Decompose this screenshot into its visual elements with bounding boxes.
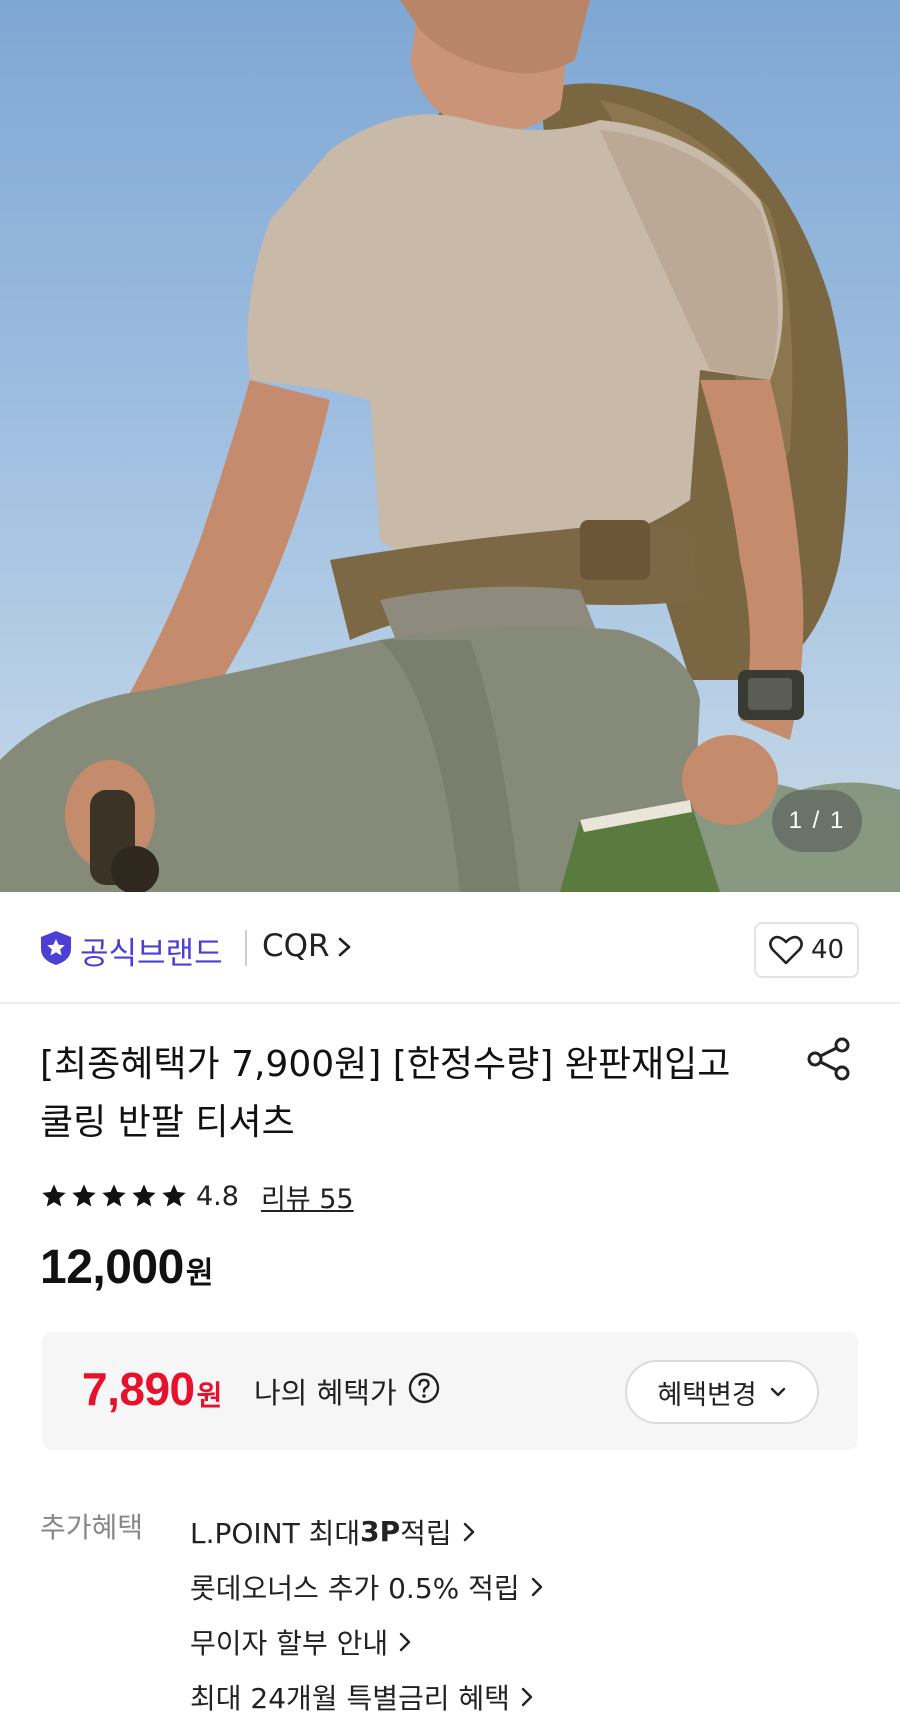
brand-row: 공식브랜드 CQR 40: [0, 892, 900, 1004]
like-count: 40: [810, 935, 845, 965]
share-icon[interactable]: [806, 1036, 852, 1082]
benefit-price-box: 7,890 원 나의 혜택가 혜택변경: [42, 1332, 858, 1450]
extra-benefit-lpoint[interactable]: L.POINT 최대 3P 적립: [190, 1504, 544, 1559]
extra-benefit-emphasis: 3P: [360, 1515, 401, 1548]
change-benefit-button[interactable]: 혜택변경: [625, 1360, 819, 1424]
star-shield-icon: [41, 931, 71, 965]
question-circle-icon[interactable]: [408, 1372, 440, 1404]
benefit-price: 7,890 원: [82, 1362, 222, 1416]
star-icon: [72, 1184, 96, 1207]
rating-score: 4.8: [196, 1180, 239, 1212]
chevron-right-icon[interactable]: [337, 936, 353, 958]
official-brand-label: 공식브랜드: [80, 936, 223, 972]
star-icon: [162, 1184, 186, 1207]
heart-icon: [769, 935, 803, 965]
extra-benefit-text: 적립: [400, 1516, 452, 1550]
change-benefit-label: 혜택변경: [657, 1379, 757, 1411]
benefit-price-unit: 원: [196, 1379, 223, 1412]
star-icon: [102, 1184, 126, 1207]
divider: [245, 930, 247, 966]
price-unit: 원: [185, 1256, 214, 1291]
chevron-right-icon: [463, 1522, 474, 1541]
extra-benefits-label: 추가혜택: [40, 1511, 144, 1544]
benefit-price-amount: 7,890: [82, 1363, 195, 1415]
product-photo-illustration: [0, 0, 900, 892]
extra-benefits-list: L.POINT 최대 3P 적립 롯데오너스 추가 0.5% 적립 무이자 할부…: [190, 1504, 544, 1724]
chevron-right-icon: [521, 1687, 533, 1706]
chevron-down-icon: [770, 1387, 785, 1397]
extra-benefit-text: 최대 24개월 특별금리 혜택: [190, 1681, 510, 1715]
extra-benefit-lotte-owners[interactable]: 롯데오너스 추가 0.5% 적립: [190, 1559, 544, 1614]
price-amount: 12,000: [40, 1241, 184, 1294]
image-pager: 1 / 1: [772, 790, 862, 852]
product-title: [최종혜택가 7,900원] [한정수량] 완판재입고 쿨링 반팔 티셔츠: [40, 1044, 731, 1143]
chevron-right-icon: [399, 1632, 411, 1651]
like-button[interactable]: 40: [754, 922, 859, 978]
star-icon: [42, 1184, 66, 1207]
extra-benefit-text: 롯데오너스 추가 0.5% 적립: [190, 1571, 520, 1605]
extra-benefit-installment[interactable]: 무이자 할부 안내: [190, 1614, 544, 1669]
product-hero-image[interactable]: 1 / 1: [0, 0, 900, 892]
rating-row: 4.8 리뷰 55: [40, 1176, 354, 1216]
original-price: 12,000 원: [40, 1240, 213, 1295]
star-rating: [40, 1182, 188, 1210]
extra-benefit-text: L.POINT 최대: [190, 1516, 361, 1550]
extra-benefit-special-rate[interactable]: 최대 24개월 특별금리 혜택: [190, 1669, 544, 1724]
brand-name-link[interactable]: CQR: [262, 928, 330, 964]
star-icon: [132, 1184, 156, 1207]
review-count-link[interactable]: 리뷰 55: [261, 1177, 354, 1216]
extra-benefit-text: 무이자 할부 안내: [190, 1626, 389, 1660]
chevron-right-icon: [531, 1577, 542, 1596]
benefit-price-label: 나의 혜택가: [254, 1376, 397, 1410]
